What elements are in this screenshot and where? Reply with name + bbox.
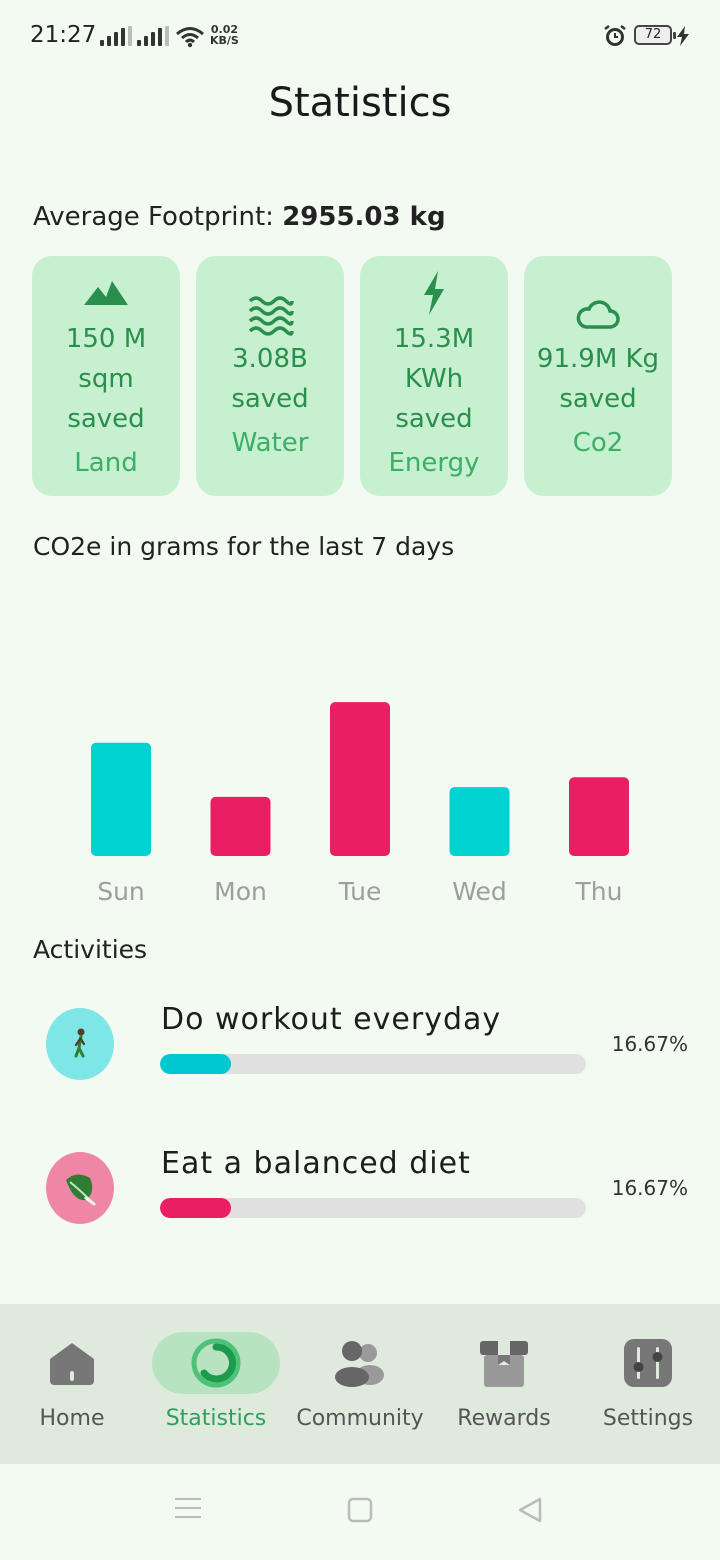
back-triangle-icon[interactable] bbox=[516, 1496, 544, 1524]
tick-label-tue: Tue bbox=[338, 877, 382, 906]
co2-card[interactable]: 91.9M Kg saved Co2 bbox=[524, 256, 672, 496]
water-card[interactable]: 3.08B saved Water bbox=[196, 256, 344, 496]
network-speed-unit: KB/S bbox=[210, 34, 239, 47]
nav-icon-wrap bbox=[8, 1332, 136, 1394]
bar-sun bbox=[91, 742, 151, 856]
land-value-line-1: 150 M bbox=[65, 324, 147, 354]
nav-icon-wrap bbox=[440, 1332, 568, 1394]
mountain-icon bbox=[84, 281, 128, 305]
leafy-greens-icon bbox=[66, 1174, 96, 1206]
signal-strength-icon-2 bbox=[137, 26, 169, 46]
average-footprint-label: Average Footprint: bbox=[33, 202, 283, 232]
savings-cards: 150 M sqm saved Land 3.08B saved Water 1… bbox=[32, 256, 672, 496]
sliders-icon bbox=[624, 1339, 672, 1387]
energy-value-line-3: saved bbox=[395, 404, 473, 434]
bar-mon bbox=[210, 796, 271, 856]
chart-title: CO2e in grams for the last 7 days bbox=[33, 532, 455, 561]
water-value-line-1: 3.08B bbox=[232, 344, 308, 374]
co2-bar-chart: Sun Mon Tue Wed Thu bbox=[91, 702, 629, 906]
home-square-icon[interactable] bbox=[346, 1497, 374, 1523]
energy-value-line-2: KWh bbox=[404, 364, 464, 394]
land-value-line-2: sqm bbox=[78, 364, 134, 394]
activity-progress-fill bbox=[160, 1198, 231, 1218]
wifi-icon bbox=[176, 27, 204, 48]
nav-icon-wrap-active bbox=[152, 1332, 280, 1394]
system-navigation-bar bbox=[0, 1464, 720, 1560]
land-value-line-3: saved bbox=[67, 404, 145, 434]
activity-percent: 16.67% bbox=[611, 1032, 688, 1056]
land-label: Land bbox=[74, 448, 138, 478]
land-card[interactable]: 150 M sqm saved Land bbox=[32, 256, 180, 496]
bar-wed bbox=[449, 787, 510, 856]
energy-value-line-1: 15.3M bbox=[393, 324, 475, 354]
energy-card[interactable]: 15.3M KWh saved Energy bbox=[360, 256, 508, 496]
average-footprint: Average Footprint: 2955.03 kg bbox=[33, 202, 446, 232]
activities-title: Activities bbox=[33, 935, 148, 964]
signal-strength-icon bbox=[100, 26, 132, 46]
alarm-icon bbox=[604, 25, 626, 46]
nav-icon-wrap bbox=[584, 1332, 712, 1394]
network-speed: 0.02 KB/S bbox=[210, 24, 239, 46]
nav-community-label: Community bbox=[296, 1406, 424, 1431]
gift-icon bbox=[480, 1341, 528, 1387]
tick-label-wed: Wed bbox=[452, 877, 507, 906]
nav-rewards-label: Rewards bbox=[457, 1406, 551, 1431]
statistics-ring-icon bbox=[191, 1338, 241, 1388]
energy-label: Energy bbox=[388, 448, 480, 478]
page-title: Statistics bbox=[268, 80, 452, 126]
water-value-line-2: saved bbox=[231, 384, 309, 414]
co2-value-line-2: saved bbox=[559, 384, 637, 414]
nav-settings-label: Settings bbox=[602, 1406, 694, 1431]
bottom-navigation: Home Statistics Community Rewards Settin… bbox=[0, 1304, 720, 1464]
co2-value-line-1: 91.9M Kg bbox=[536, 344, 660, 374]
activity-name: Eat a balanced diet bbox=[161, 1146, 471, 1181]
charging-icon bbox=[677, 26, 689, 46]
activity-progress-track bbox=[160, 1198, 586, 1218]
lightning-icon bbox=[424, 271, 444, 315]
status-time: 21:27 bbox=[30, 22, 97, 48]
activity-diet[interactable]: Eat a balanced diet 16.67% bbox=[0, 1146, 720, 1242]
activity-avatar bbox=[46, 1008, 114, 1080]
activity-progress-fill bbox=[160, 1054, 231, 1074]
home-icon bbox=[50, 1343, 94, 1385]
water-label: Water bbox=[231, 428, 309, 458]
community-icon bbox=[335, 1341, 384, 1387]
bar-thu bbox=[569, 777, 629, 856]
activity-name: Do workout everyday bbox=[161, 1002, 502, 1037]
nav-statistics-label: Statistics bbox=[165, 1406, 267, 1431]
nav-home[interactable]: Home bbox=[0, 1304, 144, 1464]
bar-tue bbox=[330, 702, 390, 856]
status-bar: 21:27 0.02 KB/S 72 bbox=[0, 0, 720, 72]
nav-statistics[interactable]: Statistics bbox=[144, 1304, 288, 1464]
water-waves-icon bbox=[248, 296, 294, 336]
activity-workout[interactable]: Do workout everyday 16.67% bbox=[0, 1002, 720, 1098]
tick-label-mon: Mon bbox=[214, 877, 267, 906]
nav-icon-wrap bbox=[296, 1332, 424, 1394]
activity-percent: 16.67% bbox=[611, 1176, 688, 1200]
menu-icon[interactable] bbox=[174, 1496, 202, 1520]
average-footprint-value: 2955.03 kg bbox=[282, 202, 446, 232]
tick-label-thu: Thu bbox=[575, 877, 623, 906]
battery-indicator: 72 bbox=[634, 25, 676, 45]
nav-settings[interactable]: Settings bbox=[576, 1304, 720, 1464]
cloud-icon bbox=[576, 300, 620, 329]
nav-community[interactable]: Community bbox=[288, 1304, 432, 1464]
nav-home-label: Home bbox=[39, 1406, 105, 1431]
walking-person-icon bbox=[74, 1028, 86, 1058]
activity-avatar bbox=[46, 1152, 114, 1224]
nav-rewards[interactable]: Rewards bbox=[432, 1304, 576, 1464]
activity-progress-track bbox=[160, 1054, 586, 1074]
tick-label-sun: Sun bbox=[97, 877, 145, 906]
co2-label: Co2 bbox=[572, 428, 624, 458]
